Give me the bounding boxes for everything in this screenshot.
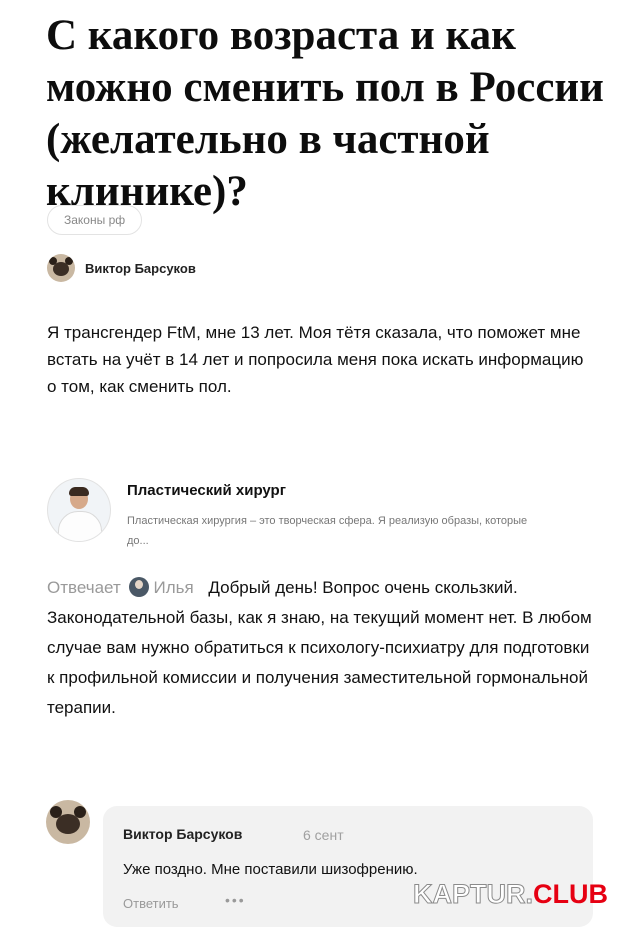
expert-title[interactable]: Пластический хирург — [127, 482, 286, 499]
question-title: С какого возраста и как можно сменить по… — [46, 12, 604, 215]
reply-button[interactable]: Ответить — [123, 896, 179, 911]
topic-tag[interactable]: Законы рф — [47, 205, 143, 235]
answerer-avatar[interactable] — [129, 577, 150, 597]
comment-author[interactable]: Виктор Барсуков — [123, 826, 242, 842]
question-body: Я трансгендер FtM, мне 13 лет. Моя тётя … — [47, 323, 584, 396]
answer: Отвечает Илья Добрый день! Вопрос очень … — [47, 573, 597, 723]
answer-prefix: Отвечает — [47, 578, 121, 597]
article-page: С какого возраста и как можно сменить по… — [0, 0, 640, 927]
expert-card[interactable]: Пластический хирург Пластическая хирурги… — [47, 478, 587, 548]
comment-text: Уже поздно. Мне поставили шизофрению. — [123, 861, 418, 878]
more-options-icon[interactable]: ••• — [225, 892, 246, 908]
expert-description: Пластическая хирургия – это творческая с… — [127, 515, 528, 547]
author-name[interactable]: Виктор Барсуков — [85, 261, 196, 276]
answerer-name[interactable]: Илья — [153, 578, 193, 597]
watermark-part-a: KAPTUR. — [413, 879, 534, 910]
author-avatar[interactable] — [47, 254, 75, 282]
question-author[interactable]: Виктор Барсуков — [47, 253, 196, 283]
comment-avatar[interactable] — [46, 800, 90, 844]
answer-text: Добрый день! Вопрос очень скользкий. Зак… — [47, 578, 592, 717]
watermark-part-b: CLUB — [533, 879, 608, 909]
expert-avatar[interactable] — [47, 478, 111, 542]
comment-date: 6 сент — [303, 827, 344, 843]
watermark: KAPTUR.CLUB — [413, 877, 609, 911]
